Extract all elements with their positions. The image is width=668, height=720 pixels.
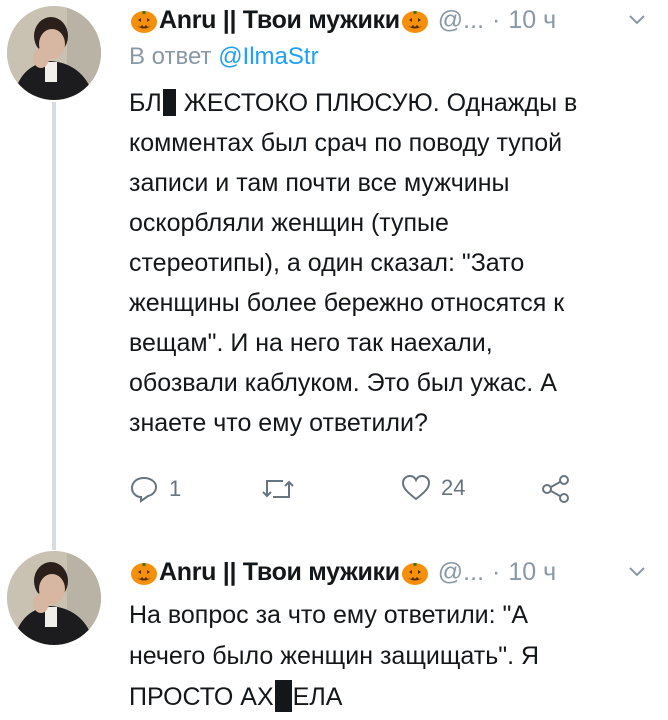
chevron-down-icon[interactable] [628, 566, 646, 578]
avatar[interactable] [7, 6, 101, 100]
tweet-text: На вопрос за что ему ответили: "А нечего… [129, 595, 649, 718]
pumpkin-emoji-icon [401, 11, 428, 33]
tweet-text-part: ЖЕСТОКО ПЛЮСУЮ. Однажды в комментах был … [129, 89, 578, 437]
tweet-header: Anru || Твои мужики @... · 10 ч [129, 2, 556, 38]
retweet-icon [262, 480, 294, 498]
reply-count: 1 [169, 476, 182, 501]
tweet[interactable]: Anru || Твои мужики @... · 10 ч В ответ … [0, 0, 668, 550]
avatar[interactable] [7, 551, 101, 645]
reply-icon [130, 476, 158, 503]
timestamp[interactable]: 10 ч [508, 558, 556, 587]
thread-line [52, 102, 56, 550]
display-name[interactable]: Anru || Твои мужики [159, 6, 400, 35]
pumpkin-emoji-icon [131, 563, 157, 585]
reply-button[interactable]: 1 [129, 474, 181, 504]
tweet-text-part: БЛ [129, 89, 162, 117]
like-count: 24 [441, 475, 466, 500]
reply-mention-link[interactable]: @IlmaStr [218, 43, 318, 70]
share-icon [542, 475, 569, 503]
separator-dot: · [492, 5, 501, 34]
pumpkin-emoji-icon [401, 563, 428, 585]
share-button[interactable] [541, 474, 571, 504]
retweet-button[interactable] [261, 474, 295, 504]
user-handle[interactable]: @... [438, 6, 484, 35]
like-button[interactable]: 24 [401, 474, 465, 502]
display-name[interactable]: Anru || Твои мужики [159, 558, 400, 587]
timestamp[interactable]: 10 ч [508, 6, 556, 35]
separator-dot: · [492, 557, 501, 586]
like-icon [401, 474, 431, 501]
user-handle[interactable]: @... [438, 558, 484, 587]
chevron-down-icon[interactable] [628, 14, 646, 26]
pumpkin-emoji-icon [131, 11, 157, 33]
reply-prefix: В ответ [129, 43, 212, 70]
reply-context: В ответ @IlmaStr [129, 43, 319, 71]
censor-block [162, 89, 176, 116]
avatar-image [7, 6, 101, 100]
tweet-header: Anru || Твои мужики @... · 10 ч [129, 554, 556, 590]
tweet[interactable]: Anru || Твои мужики @... · 10 ч На вопро… [0, 545, 668, 720]
censor-block [274, 680, 292, 712]
tweet-text: БЛ ЖЕСТОКО ПЛЮСУЮ. Однажды в комментах б… [129, 83, 649, 443]
avatar-image [7, 551, 101, 645]
tweet-text-part: ЕЛА [292, 683, 343, 711]
